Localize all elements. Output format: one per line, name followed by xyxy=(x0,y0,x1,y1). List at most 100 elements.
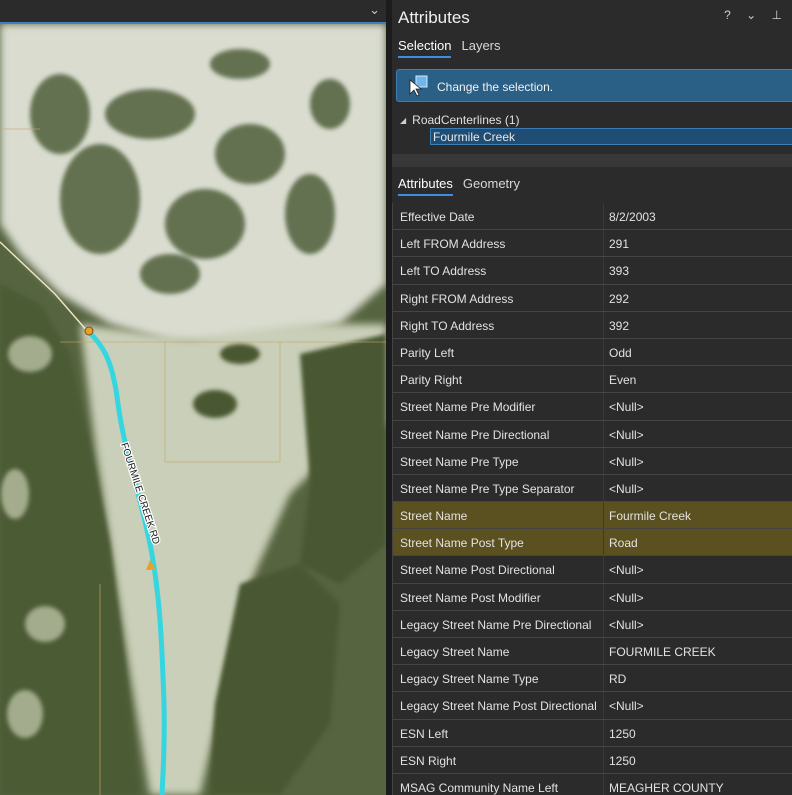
selection-tabs: Selection Layers xyxy=(398,38,501,58)
field-value[interactable]: FOURMILE CREEK xyxy=(609,645,716,659)
selection-tree: ◢ RoadCenterlines (1) xyxy=(400,113,520,127)
column-divider xyxy=(603,393,604,420)
road-start-vertex xyxy=(84,326,94,336)
column-divider xyxy=(603,338,604,366)
field-name: Street Name Pre Type xyxy=(400,454,519,469)
field-value[interactable]: <Null> xyxy=(609,455,644,469)
table-row[interactable]: Street Name Pre Directional <Null> xyxy=(393,420,792,448)
table-row[interactable]: ESN Right 1250 xyxy=(393,746,792,774)
field-name: Street Name Pre Modifier xyxy=(400,400,536,415)
field-value[interactable]: Even xyxy=(609,373,636,387)
pane-controls[interactable]: ? ⌄ ⊥ xyxy=(724,8,788,22)
tree-feature-node[interactable]: Fourmile Creek xyxy=(430,128,792,145)
field-name: Street Name Post Modifier xyxy=(400,590,541,605)
field-value[interactable]: RD xyxy=(609,672,626,686)
column-divider xyxy=(603,257,604,284)
column-divider xyxy=(603,230,604,257)
field-value[interactable]: <Null> xyxy=(609,482,644,496)
field-name: MSAG Community Name Left xyxy=(400,780,559,795)
column-divider xyxy=(603,665,604,692)
field-value[interactable]: 8/2/2003 xyxy=(609,210,656,224)
table-row[interactable]: Effective Date 8/2/2003 xyxy=(393,203,792,231)
field-name: Legacy Street Name Post Directional xyxy=(400,699,597,714)
table-row[interactable]: Parity Right Even xyxy=(393,366,792,394)
field-value[interactable]: 292 xyxy=(609,292,629,306)
column-divider xyxy=(603,719,604,746)
field-value[interactable]: 1250 xyxy=(609,754,636,768)
select-cursor-icon xyxy=(409,75,428,97)
field-value[interactable]: Fourmile Creek xyxy=(609,509,691,523)
column-divider xyxy=(603,583,604,610)
field-name: Parity Left xyxy=(400,345,455,360)
field-name: Street Name xyxy=(400,509,468,524)
table-row[interactable]: Left FROM Address 291 xyxy=(393,230,792,258)
field-name: ESN Right xyxy=(400,753,457,768)
column-divider xyxy=(603,474,604,502)
table-row[interactable]: Street Name Fourmile Creek xyxy=(393,502,792,530)
column-divider xyxy=(603,773,604,795)
tree-feature-label: Fourmile Creek xyxy=(433,130,516,144)
field-value[interactable]: 291 xyxy=(609,237,629,251)
table-row[interactable]: ESN Left 1250 xyxy=(393,719,792,747)
field-value[interactable]: MEAGHER COUNTY xyxy=(609,781,724,795)
map-view[interactable]: ⌄ FOURMILE CREEK RD xyxy=(0,0,386,795)
tree-layer-node[interactable]: RoadCenterlines (1) xyxy=(412,113,519,127)
column-divider xyxy=(603,366,604,393)
table-row[interactable]: Street Name Post Type Road xyxy=(393,529,792,557)
collapse-triangle-icon[interactable]: ◢ xyxy=(400,116,406,125)
field-value[interactable]: 393 xyxy=(609,264,629,278)
tab-selection[interactable]: Selection xyxy=(398,38,452,58)
column-divider xyxy=(603,502,604,529)
field-name: Right TO Address xyxy=(400,318,495,333)
table-row[interactable]: Street Name Pre Type Separator <Null> xyxy=(393,474,792,503)
field-name: Legacy Street Name Type xyxy=(400,672,539,687)
column-divider xyxy=(603,529,604,556)
field-value[interactable]: 392 xyxy=(609,319,629,333)
table-row[interactable]: Street Name Post Directional <Null> xyxy=(393,556,792,584)
table-row[interactable]: Legacy Street Name FOURMILE CREEK xyxy=(393,638,792,666)
chevron-down-icon[interactable]: ⌄ xyxy=(369,2,380,18)
table-row[interactable]: Street Name Pre Type <Null> xyxy=(393,447,792,475)
field-name: Street Name Post Directional xyxy=(400,563,555,578)
section-divider[interactable] xyxy=(392,154,792,167)
tab-geometry[interactable]: Geometry xyxy=(463,176,520,196)
change-selection-banner[interactable]: Change the selection. xyxy=(396,69,792,102)
tab-attributes[interactable]: Attributes xyxy=(398,176,453,196)
attribute-table: Effective Date 8/2/2003 Left FROM Address 2… xyxy=(392,203,792,795)
table-row[interactable]: Street Name Pre Modifier <Null> xyxy=(393,393,792,421)
field-value[interactable]: <Null> xyxy=(609,591,644,605)
field-name: Legacy Street Name Pre Directional xyxy=(400,617,592,632)
table-row[interactable]: Legacy Street Name Type RD xyxy=(393,665,792,693)
field-value[interactable]: Odd xyxy=(609,346,632,360)
field-value[interactable]: <Null> xyxy=(609,563,644,577)
field-value[interactable]: 1250 xyxy=(609,727,636,741)
field-name: Street Name Pre Type Separator xyxy=(400,481,575,496)
field-name: Street Name Pre Directional xyxy=(400,427,550,442)
table-row[interactable]: MSAG Community Name Left MEAGHER COUNTY xyxy=(393,773,792,795)
table-row[interactable]: Legacy Street Name Post Directional <Null… xyxy=(393,692,792,720)
table-row[interactable]: Left TO Address 393 xyxy=(393,257,792,285)
column-divider xyxy=(603,284,604,311)
tab-layers[interactable]: Layers xyxy=(461,38,500,58)
table-row[interactable]: Street Name Post Modifier <Null> xyxy=(393,583,792,611)
table-row[interactable]: Right TO Address 392 xyxy=(393,311,792,339)
table-row[interactable]: Legacy Street Name Pre Directional <Null> xyxy=(393,610,792,638)
table-row[interactable]: Parity Left Odd xyxy=(393,338,792,367)
column-divider xyxy=(603,556,604,583)
field-value[interactable]: <Null> xyxy=(609,428,644,442)
column-divider xyxy=(603,420,604,447)
field-value[interactable]: <Null> xyxy=(609,400,644,414)
column-divider xyxy=(603,692,604,719)
table-row[interactable]: Right FROM Address 292 xyxy=(393,284,792,312)
pane-title: Attributes xyxy=(398,8,470,27)
field-name: Legacy Street Name xyxy=(400,645,510,659)
imagery-map[interactable]: FOURMILE CREEK RD xyxy=(0,24,386,795)
column-divider xyxy=(603,610,604,637)
column-divider xyxy=(603,638,604,665)
field-value[interactable]: Road xyxy=(609,536,638,550)
field-value[interactable]: <Null> xyxy=(609,699,644,713)
map-header-bar: ⌄ xyxy=(0,0,386,24)
banner-text: Change the selection. xyxy=(437,80,554,94)
field-value[interactable]: <Null> xyxy=(609,618,644,632)
column-divider xyxy=(603,746,604,773)
